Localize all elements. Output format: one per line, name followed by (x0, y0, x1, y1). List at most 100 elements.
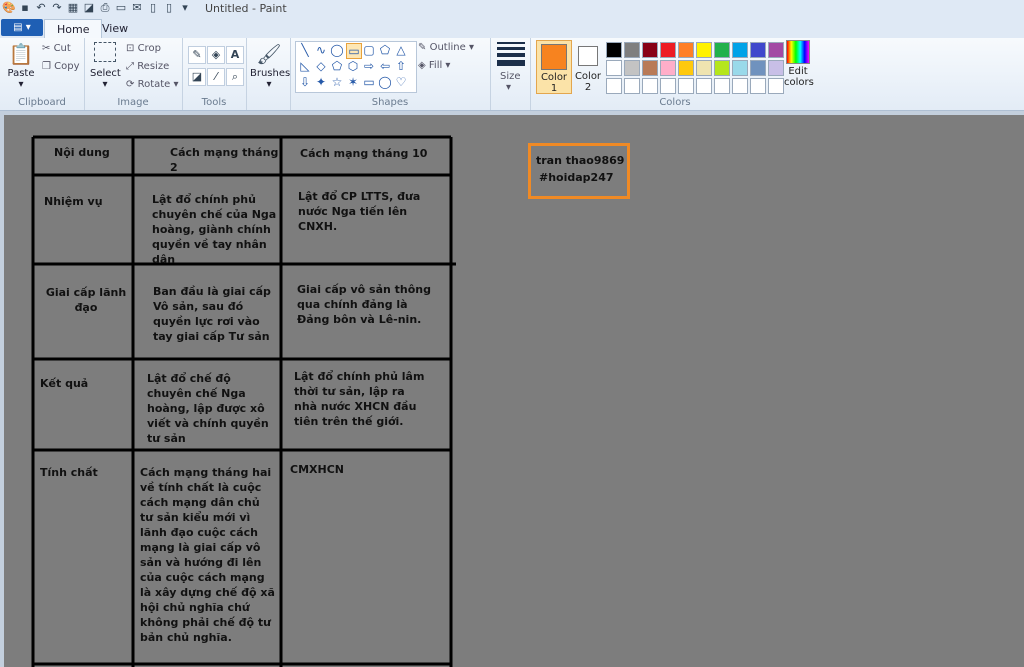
palette-swatch[interactable] (696, 60, 712, 76)
custom-color-slot[interactable] (660, 78, 676, 94)
callout-rect-icon[interactable]: ▭ (362, 75, 376, 89)
five-point-star-icon[interactable]: ☆ (330, 75, 344, 89)
palette-swatch[interactable] (714, 42, 730, 58)
heart-shape-icon[interactable]: ♡ (394, 75, 408, 89)
left-arrow-icon[interactable]: ⇦ (378, 59, 392, 73)
email-icon[interactable]: ✉ (130, 1, 144, 15)
brush-icon: 🖌 (256, 42, 282, 66)
color-picker-icon[interactable]: ▦ (66, 1, 80, 15)
palette-swatch[interactable] (606, 42, 622, 58)
custom-color-slot[interactable] (696, 78, 712, 94)
pentagon-shape-icon[interactable]: ⬠ (330, 59, 344, 73)
tools-group-label: Tools (201, 97, 227, 108)
new-icon[interactable]: ▯ (146, 1, 160, 15)
custom-color-slot[interactable] (678, 78, 694, 94)
custom-color-slot[interactable] (624, 78, 640, 94)
eraser-tool-icon[interactable]: ◪ (188, 68, 206, 86)
rounded-rectangle-icon[interactable]: ▢ (362, 43, 376, 57)
palette-swatch[interactable] (714, 60, 730, 76)
paste-button[interactable]: 📋 Paste ▾ (4, 42, 38, 90)
palette-swatch[interactable] (624, 60, 640, 76)
drawing-canvas[interactable]: Nội dung Cách mạng tháng 2 Cách mạng thá… (4, 115, 1024, 667)
up-arrow-icon[interactable]: ⇧ (394, 59, 408, 73)
window-title: Untitled - Paint (205, 2, 287, 15)
color-picker-tool-icon[interactable]: ⁄ (207, 68, 225, 86)
fill-bucket-icon[interactable]: ◈ (207, 46, 225, 64)
rotate-button[interactable]: ⟳ Rotate ▾ (126, 79, 179, 90)
clipboard-group-label: Clipboard (18, 97, 66, 108)
custom-color-slot[interactable] (750, 78, 766, 94)
color1-button[interactable]: Color 1 (536, 40, 572, 94)
open-icon[interactable]: ▯ (162, 1, 176, 15)
fill-button[interactable]: ◈ Fill ▾ (418, 60, 450, 71)
curve-shape-icon[interactable]: ∿ (314, 43, 328, 57)
crop-label: Crop (137, 43, 161, 54)
custom-color-slot[interactable] (714, 78, 730, 94)
oval-shape-icon[interactable]: ◯ (330, 43, 344, 57)
text-tool-icon[interactable]: A (226, 46, 244, 64)
select-button[interactable]: Select ▾ (90, 42, 121, 90)
diamond-shape-icon[interactable]: ◇ (314, 59, 328, 73)
paste-dropdown-icon: ▾ (18, 79, 24, 90)
magnifier-icon[interactable]: ⌕ (226, 68, 244, 86)
polygon-shape-icon[interactable]: ⬠ (378, 43, 392, 57)
brushes-dropdown-icon: ▾ (266, 79, 272, 90)
palette-swatch[interactable] (678, 42, 694, 58)
custom-color-slot[interactable] (606, 78, 622, 94)
color1-label: Color (540, 72, 568, 83)
palette-swatch[interactable] (732, 42, 748, 58)
tab-view[interactable]: View (90, 19, 140, 38)
undo-icon[interactable]: ↶ (34, 1, 48, 15)
down-arrow-icon[interactable]: ⇩ (298, 75, 312, 89)
palette-swatch[interactable] (660, 60, 676, 76)
palette-swatch[interactable] (660, 42, 676, 58)
print-icon[interactable]: ⎙ (98, 1, 112, 15)
palette-swatch[interactable] (768, 60, 784, 76)
color1-number: 1 (550, 83, 558, 94)
palette-swatch[interactable] (750, 42, 766, 58)
cut-button[interactable]: ✂ Cut (42, 43, 71, 54)
outline-button[interactable]: ✎ Outline ▾ (418, 42, 474, 53)
color2-button[interactable]: Color 2 (574, 40, 602, 93)
eraser-icon[interactable]: ◪ (82, 1, 96, 15)
line-shape-icon[interactable]: ╲ (298, 43, 312, 57)
palette-swatch[interactable] (642, 42, 658, 58)
cut-label: Cut (53, 43, 71, 54)
save-icon[interactable]: ▪ (18, 1, 32, 15)
edit-colors-label-2: colors (784, 77, 814, 88)
palette-swatch[interactable] (624, 42, 640, 58)
four-point-star-icon[interactable]: ✦ (314, 75, 328, 89)
dropdown-icon[interactable]: ▾ (178, 1, 192, 15)
palette-swatch[interactable] (768, 42, 784, 58)
palette-swatch[interactable] (642, 60, 658, 76)
right-triangle-icon[interactable]: ◺ (298, 59, 312, 73)
hexagon-shape-icon[interactable]: ⬡ (346, 59, 360, 73)
palette-swatch[interactable] (678, 60, 694, 76)
right-arrow-icon[interactable]: ⇨ (362, 59, 376, 73)
brushes-button[interactable]: 🖌 Brushes ▾ (250, 42, 290, 90)
print-preview-icon[interactable]: ▭ (114, 1, 128, 15)
paint-app-icon[interactable]: 🎨 (2, 1, 16, 15)
file-menu-button[interactable]: ▤ ▾ (1, 19, 43, 36)
rectangle-shape-icon[interactable]: ▭ (346, 43, 362, 59)
triangle-shape-icon[interactable]: △ (394, 43, 408, 57)
crop-button[interactable]: ⊡ Crop (126, 43, 161, 54)
edit-colors-button[interactable]: Edit colors (784, 40, 814, 88)
custom-color-slot[interactable] (732, 78, 748, 94)
colors-group-label: Colors (659, 97, 691, 108)
pencil-icon[interactable]: ✎ (188, 46, 206, 64)
callout-oval-icon[interactable]: ◯ (378, 75, 392, 89)
size-group[interactable]: Size ▾ (490, 38, 531, 110)
copy-button[interactable]: ❐ Copy (42, 61, 80, 72)
palette-swatch[interactable] (606, 60, 622, 76)
copy-icon: ❐ (42, 61, 51, 72)
six-point-star-icon[interactable]: ✶ (346, 75, 360, 89)
paste-label: Paste (7, 68, 35, 79)
palette-swatch[interactable] (750, 60, 766, 76)
palette-swatch[interactable] (732, 60, 748, 76)
palette-swatch[interactable] (696, 42, 712, 58)
resize-button[interactable]: ⤢ Resize (126, 61, 169, 72)
redo-icon[interactable]: ↷ (50, 1, 64, 15)
custom-color-slot[interactable] (768, 78, 784, 94)
custom-color-slot[interactable] (642, 78, 658, 94)
